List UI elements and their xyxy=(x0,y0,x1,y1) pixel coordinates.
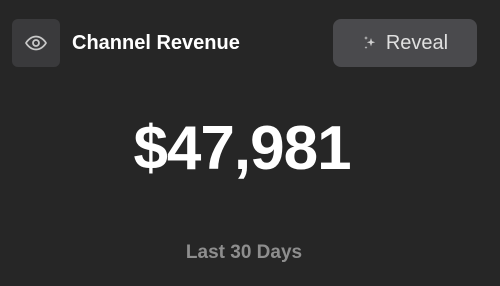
reveal-button-label: Reveal xyxy=(385,32,449,54)
eye-icon xyxy=(25,35,47,51)
card-title: Channel Revenue xyxy=(72,32,240,54)
sparkle-icon xyxy=(362,35,378,51)
visibility-toggle[interactable] xyxy=(12,19,60,67)
revenue-amount: $47,981 xyxy=(133,114,351,183)
period-label: Last 30 Days xyxy=(185,242,303,263)
reveal-button[interactable]: Reveal xyxy=(333,19,477,67)
revenue-card: Channel Revenue Reveal $47,981 Last 30 D… xyxy=(0,0,500,286)
